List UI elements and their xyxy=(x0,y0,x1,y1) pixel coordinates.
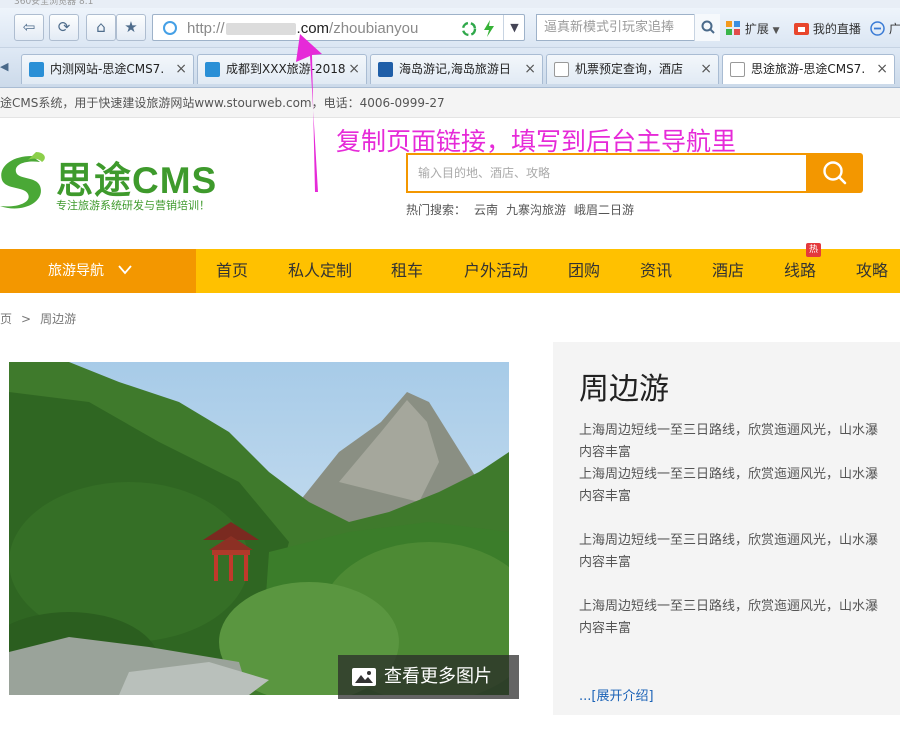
expand-intro-link[interactable]: ...[展开介绍] xyxy=(579,685,654,704)
url-dropdown[interactable]: ▼ xyxy=(503,15,525,40)
search-icon xyxy=(701,20,715,34)
refresh-icon: ⟳ xyxy=(57,18,71,36)
tab-scroll-left[interactable]: ◀ xyxy=(0,60,8,73)
minus-circle-icon xyxy=(870,21,885,36)
refresh-button[interactable]: ⟳ xyxy=(49,14,79,41)
nav-car-rental[interactable]: 租车 xyxy=(391,249,423,293)
site-favicon-icon xyxy=(205,62,220,77)
annotation-text: 复制页面链接，填写到后台主导航里 xyxy=(336,127,737,156)
tab-label: 海岛游记,海岛旅游日 xyxy=(399,62,511,76)
home-button[interactable]: ⌂ xyxy=(86,14,116,41)
nav-outdoor[interactable]: 户外活动 xyxy=(464,249,528,293)
hot-searches: 热门搜索： 云南 九寨沟旅游 峨眉二日游 xyxy=(406,201,642,218)
favorite-button[interactable]: ★ xyxy=(116,14,146,41)
main-nav: 旅游导航 首页 私人定制 租车 户外活动 团购 资讯 酒店 线路 攻略 xyxy=(0,249,900,293)
nav-custom-tour[interactable]: 私人定制 xyxy=(288,249,352,293)
tv-icon xyxy=(794,23,809,35)
tab-5-active[interactable]: 思途旅游-思途CMS7. × xyxy=(722,54,895,84)
close-icon[interactable]: × xyxy=(700,55,712,83)
tab-label: 思途旅游-思途CMS7. xyxy=(751,62,866,76)
mountain-pavilion-image xyxy=(9,362,509,695)
back-icon: ⇦ xyxy=(22,18,36,36)
tab-label: 内测网站-思途CMS7. xyxy=(50,62,165,76)
tab-label: 成都到XXX旅游-2018 xyxy=(226,62,346,76)
hot-search-term[interactable]: 云南 xyxy=(474,203,498,217)
speed-mode-icon[interactable] xyxy=(483,20,495,37)
back-button[interactable]: ⇦ xyxy=(14,14,44,41)
destination-info-panel: 周边游 上海周边短线一至三日路线，欣赏迤逦风光，山水瀑 内容丰富 上海周边短线一至三… xyxy=(553,342,900,715)
home-icon: ⌂ xyxy=(96,18,106,36)
window-title: 360安全浏览器 8.1 xyxy=(0,0,900,8)
search-icon xyxy=(823,161,847,185)
nav-guides[interactable]: 攻略 xyxy=(856,249,888,293)
page-icon xyxy=(730,62,745,77)
extensions-button[interactable]: 扩展 ▼ xyxy=(726,20,780,37)
site-notice: 途CMS系统，用于快速建设旅游网站www.stourweb.com，电话：400… xyxy=(0,88,900,118)
ad-block-button[interactable]: 广 xyxy=(870,20,900,37)
image-icon xyxy=(352,668,376,686)
destination-description: 上海周边短线一至三日路线，欣赏迤逦风光，山水瀑 内容丰富 上海周边短线一至三日路线，… xyxy=(579,423,879,504)
tab-3[interactable]: 海岛游记,海岛旅游日 × xyxy=(370,54,543,84)
chevron-down-icon xyxy=(118,265,133,275)
chevron-down-icon: ▼ xyxy=(510,21,519,34)
nav-guide-button[interactable]: 旅游导航 xyxy=(0,249,196,293)
tab-strip: ◀ 内测网站-思途CMS7. × 成都到XXX旅游-2018 × 海岛游记,海岛… xyxy=(0,48,900,88)
view-more-photos-button[interactable]: 查看更多图片 xyxy=(338,655,519,699)
breadcrumb-current[interactable]: 周边游 xyxy=(40,312,76,326)
live-button[interactable]: 我的直播 xyxy=(794,20,861,37)
hot-search-label: 热门搜索： xyxy=(406,203,467,217)
site-search-button[interactable] xyxy=(806,153,863,193)
nav-news[interactable]: 资讯 xyxy=(640,249,672,293)
site-favicon-icon xyxy=(29,62,44,77)
destination-description: 上海周边短线一至三日路线，欣赏迤逦风光，山水瀑 内容丰富 xyxy=(579,599,879,636)
secure-site-icon xyxy=(163,21,177,35)
hot-search-term[interactable]: 九寨沟旅游 xyxy=(506,203,566,217)
close-icon[interactable]: × xyxy=(876,55,888,83)
hot-search-term[interactable]: 峨眉二日游 xyxy=(574,203,634,217)
address-bar[interactable]: http://.com/zhoubianyou ▼ xyxy=(152,14,525,41)
nav-group-buy[interactable]: 团购 xyxy=(568,249,600,293)
reload-page-icon[interactable] xyxy=(461,21,477,37)
logo-icon[interactable] xyxy=(0,150,50,212)
tab-1[interactable]: 内测网站-思途CMS7. × xyxy=(21,54,194,84)
site-search-input[interactable]: 输入目的地、酒店、攻略 xyxy=(406,153,806,193)
scenery-photo[interactable] xyxy=(9,362,509,695)
page-icon xyxy=(554,62,569,77)
close-icon[interactable]: × xyxy=(175,55,187,83)
tab-2[interactable]: 成都到XXX旅游-2018 × xyxy=(197,54,367,84)
breadcrumb-home[interactable]: 页 xyxy=(0,312,12,326)
address-text: http://.com/zhoubianyou xyxy=(187,20,419,37)
close-icon[interactable]: × xyxy=(524,55,536,83)
browser-search-button[interactable] xyxy=(694,14,720,41)
nav-home[interactable]: 首页 xyxy=(216,249,248,293)
tab-4[interactable]: 机票预定查询，酒店 × xyxy=(546,54,719,84)
destination-title: 周边游 xyxy=(579,372,669,407)
destination-description: 上海周边短线一至三日路线，欣赏迤逦风光，山水瀑 内容丰富 xyxy=(579,533,879,570)
logo-name[interactable]: 思途CMS xyxy=(56,150,217,204)
close-icon[interactable]: × xyxy=(348,55,360,83)
browser-toolbar: ⇦ ⟳ ⌂ ★ http://.com/zhoubianyou ▼ 逼真新模式引… xyxy=(0,8,900,48)
breadcrumb: 页 > 周边游 xyxy=(0,310,85,327)
browser-search-input[interactable]: 逼真新模式引玩家追捧 xyxy=(536,14,720,41)
tab-label: 机票预定查询，酒店 xyxy=(575,62,684,76)
star-icon: ★ xyxy=(124,18,138,36)
extensions-icon xyxy=(726,21,740,35)
logo-slogan: 专注旅游系统研发与营销培训！ xyxy=(56,199,210,212)
hot-badge: 热 xyxy=(806,243,821,257)
site-favicon-icon xyxy=(378,62,393,77)
breadcrumb-separator: > xyxy=(21,312,32,326)
nav-hotel[interactable]: 酒店 xyxy=(712,249,744,293)
chevron-down-icon: ▼ xyxy=(772,26,780,36)
